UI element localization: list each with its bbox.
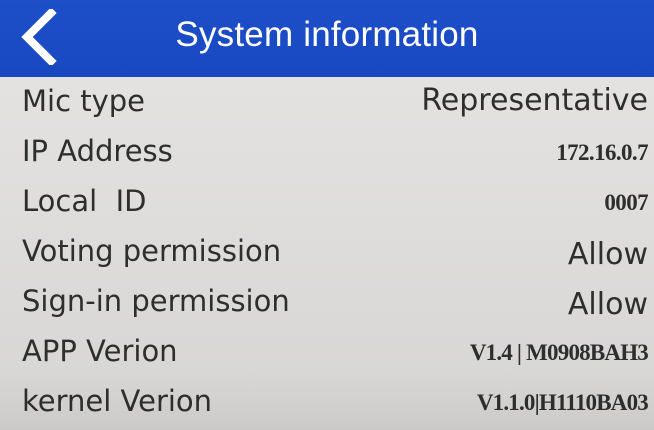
info-row-app-version: APP Verion V1.4 | M0908BAH3 <box>0 327 654 377</box>
info-row-kernel-version: kernel Verion V1.1.0|H1110BA03 <box>0 377 654 427</box>
ip-address-label: IP Address <box>22 134 173 168</box>
local-id-value: 0007 <box>604 190 648 215</box>
local-id-label: Local ID <box>22 184 147 218</box>
info-row-local-id: Local ID 0007 <box>0 177 654 227</box>
info-row-voting-permission: Voting permission Allow <box>0 227 654 277</box>
app-version-value: V1.4 | M0908BAH3 <box>469 340 649 365</box>
ip-address-value: 172.16.0.7 <box>556 140 648 165</box>
info-row-sign-in-permission: Sign-in permission Allow <box>0 277 654 327</box>
mic-type-label: Mic type <box>22 84 146 118</box>
kernel-version-label: kernel Verion <box>22 384 213 418</box>
app-version-label: APP Verion <box>22 334 178 368</box>
page-title: System information <box>175 15 479 54</box>
voting-permission-label: Voting permission <box>22 234 282 268</box>
info-row-ip-address: IP Address 172.16.0.7 <box>0 127 654 177</box>
voting-permission-value: Allow <box>567 237 648 272</box>
title-bar: System information <box>0 0 654 77</box>
info-row-mic-type: Mic type Representative <box>0 77 654 127</box>
kernel-version-value: V1.1.0|H1110BA03 <box>476 390 649 415</box>
info-list: Mic type Representative IP Address 172.1… <box>0 77 654 427</box>
sign-in-permission-value: Allow <box>567 287 648 322</box>
system-information-screen: System information Mic type Representati… <box>0 0 654 430</box>
mic-type-value: Representative <box>421 83 648 118</box>
sign-in-permission-label: Sign-in permission <box>22 284 290 318</box>
